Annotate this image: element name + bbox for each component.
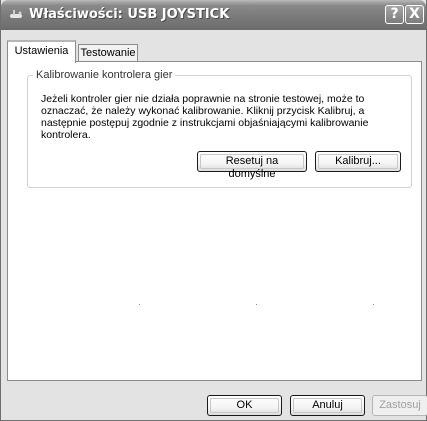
calibrate-button[interactable]: Kalibruj... [315,151,401,172]
cancel-button[interactable]: Anuluj [290,395,365,416]
reset-defaults-button[interactable]: Resetuj na domyślne [197,151,307,180]
ok-label: OK [210,398,279,413]
ok-button[interactable]: OK [207,395,282,416]
calibration-description: Jeżeli kontroler gier nie działa poprawn… [41,93,369,141]
help-button[interactable]: ? [385,5,404,24]
placeholder-dot [256,304,257,305]
placeholder-dot [139,304,140,305]
reset-defaults-label: Resetuj na domyślne [200,154,304,180]
calibrate-label: Kalibruj... [318,154,398,169]
joystick-properties-dialog: Właściwości: USB JOYSTICK ? X Ustawienia… [0,0,427,421]
placeholder-dot [373,304,374,305]
tab-testowanie[interactable]: Testowanie [78,44,138,62]
apply-label: Zastosuj [379,399,421,411]
tab-ustawienia[interactable]: Ustawienia [7,40,76,63]
close-button[interactable]: X [405,5,424,24]
calibration-group-title: Kalibrowanie kontrolera gier [33,69,176,81]
joystick-icon [10,10,22,18]
window-title: Właściwości: USB JOYSTICK [29,7,230,22]
cancel-label: Anuluj [293,398,362,413]
title-bar[interactable]: Właściwości: USB JOYSTICK ? X [1,0,426,30]
apply-button[interactable]: Zastosuj [372,395,427,416]
